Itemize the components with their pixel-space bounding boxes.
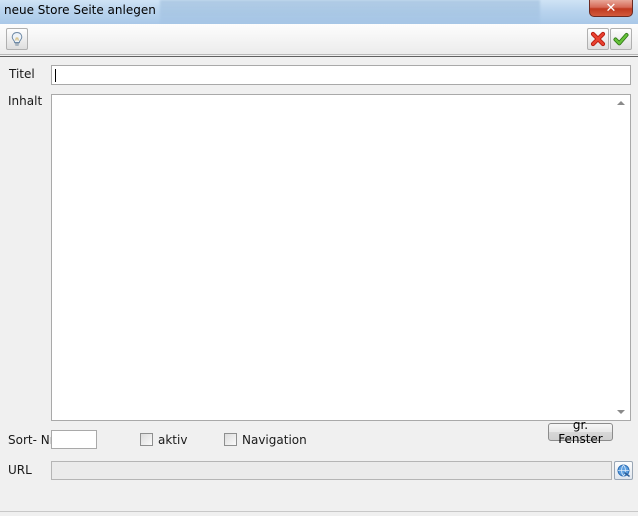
toolbar xyxy=(0,24,638,57)
active-checkbox[interactable] xyxy=(140,433,153,446)
close-icon: ✕ xyxy=(605,0,617,16)
red-x-icon xyxy=(590,31,606,47)
sort-number-input[interactable] xyxy=(51,430,97,449)
window-bottom-border xyxy=(0,511,638,512)
label-column xyxy=(0,57,50,487)
title-input[interactable] xyxy=(51,65,631,85)
content-scrollbar[interactable] xyxy=(613,95,630,420)
sort-number-label: Sort- Nr. xyxy=(8,433,58,447)
green-check-icon xyxy=(613,33,629,46)
content-label: Inhalt xyxy=(8,94,43,108)
scroll-up-icon[interactable] xyxy=(617,101,625,105)
text-caret xyxy=(55,69,56,82)
content-textarea[interactable] xyxy=(51,94,631,421)
lightbulb-icon xyxy=(11,31,23,46)
navigation-label: Navigation xyxy=(242,433,307,447)
navigation-checkbox[interactable] xyxy=(224,433,237,446)
scroll-down-icon[interactable] xyxy=(617,410,625,414)
title-bar: neue Store Seite anlegen ✕ xyxy=(0,0,638,24)
active-label: aktiv xyxy=(158,433,188,447)
cancel-button[interactable] xyxy=(587,28,609,50)
url-label: URL xyxy=(8,463,32,477)
big-window-button[interactable]: gr. Fenster xyxy=(548,418,613,446)
title-label: Titel xyxy=(9,67,35,81)
url-field xyxy=(51,461,612,480)
background-window-ghost xyxy=(160,0,540,24)
globe-link-icon xyxy=(617,464,630,477)
window-close-button[interactable]: ✕ xyxy=(589,0,633,17)
window-title: neue Store Seite anlegen xyxy=(4,3,156,17)
url-button[interactable] xyxy=(614,461,633,480)
confirm-button[interactable] xyxy=(610,28,632,50)
hint-button[interactable] xyxy=(6,28,28,50)
